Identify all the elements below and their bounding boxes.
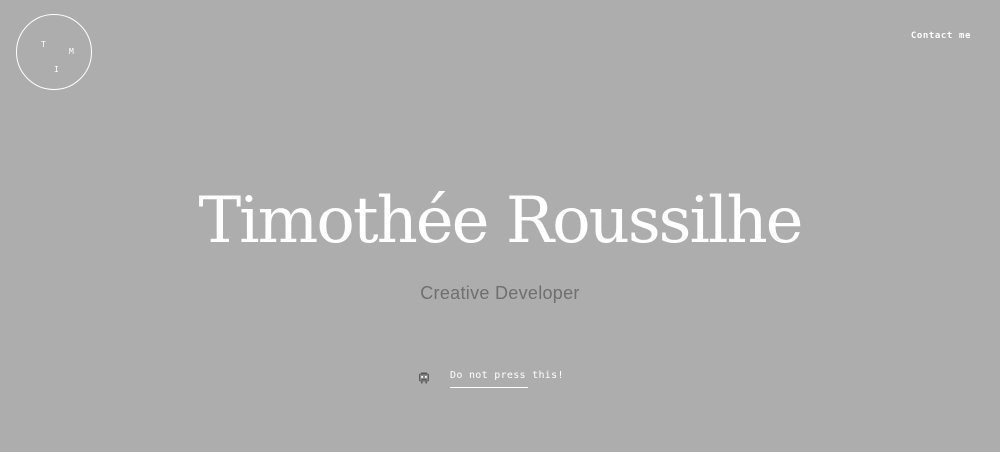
hero-title: Timothée Roussilhe (198, 184, 803, 258)
cta-underline (450, 387, 528, 388)
do-not-press-link[interactable]: Do not press this! (450, 370, 564, 381)
logo-circle[interactable]: T M I (16, 14, 92, 90)
contact-link[interactable]: Contact me (911, 31, 971, 41)
logo-letter-i: I (54, 65, 59, 74)
logo-letter-t: T (41, 40, 46, 49)
robot-icon (419, 372, 429, 384)
hero-subtitle: Creative Developer (420, 283, 580, 303)
logo-letter-m: M (69, 47, 74, 56)
cta-wrapper: Do not press this! (418, 370, 564, 390)
